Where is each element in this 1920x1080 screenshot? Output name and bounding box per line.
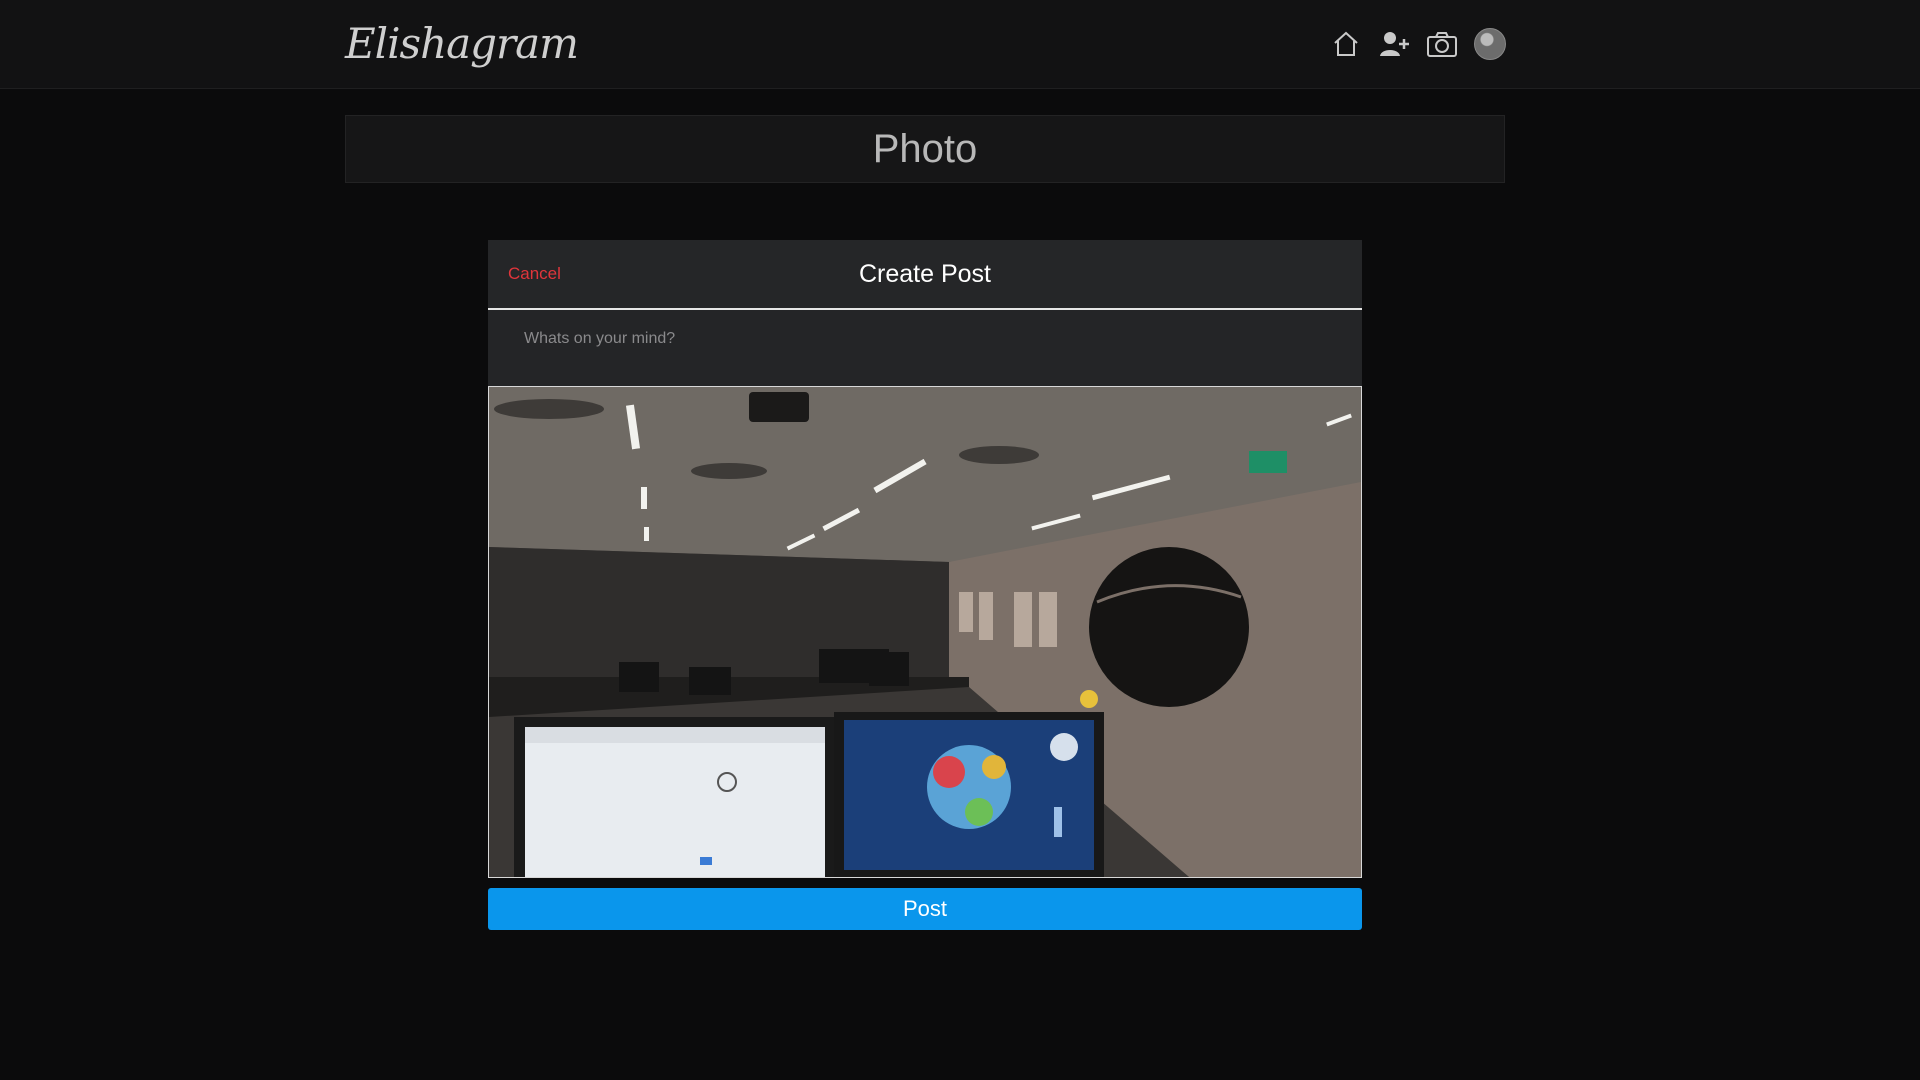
- avatar[interactable]: [1474, 28, 1506, 60]
- nav-icons: [1330, 24, 1506, 64]
- add-user-icon[interactable]: [1378, 28, 1410, 60]
- caption-input[interactable]: [522, 328, 1332, 372]
- home-icon[interactable]: [1330, 28, 1362, 60]
- page-title: Photo: [872, 126, 978, 171]
- modal-header: Cancel Create Post: [488, 240, 1362, 310]
- create-post-modal: Cancel Create Post Whats on your mind? P…: [488, 240, 1362, 930]
- photo-preview: [488, 386, 1362, 878]
- post-button[interactable]: Post: [488, 888, 1362, 930]
- caption-area: [488, 310, 1362, 386]
- modal-title: Create Post: [858, 260, 991, 288]
- page-header: Photo: [345, 115, 1505, 183]
- brand-logo[interactable]: Elishagram: [345, 14, 579, 74]
- camera-icon[interactable]: [1426, 28, 1458, 60]
- classroom-photo: [489, 387, 1361, 877]
- top-navbar: Elishagram: [0, 0, 1920, 89]
